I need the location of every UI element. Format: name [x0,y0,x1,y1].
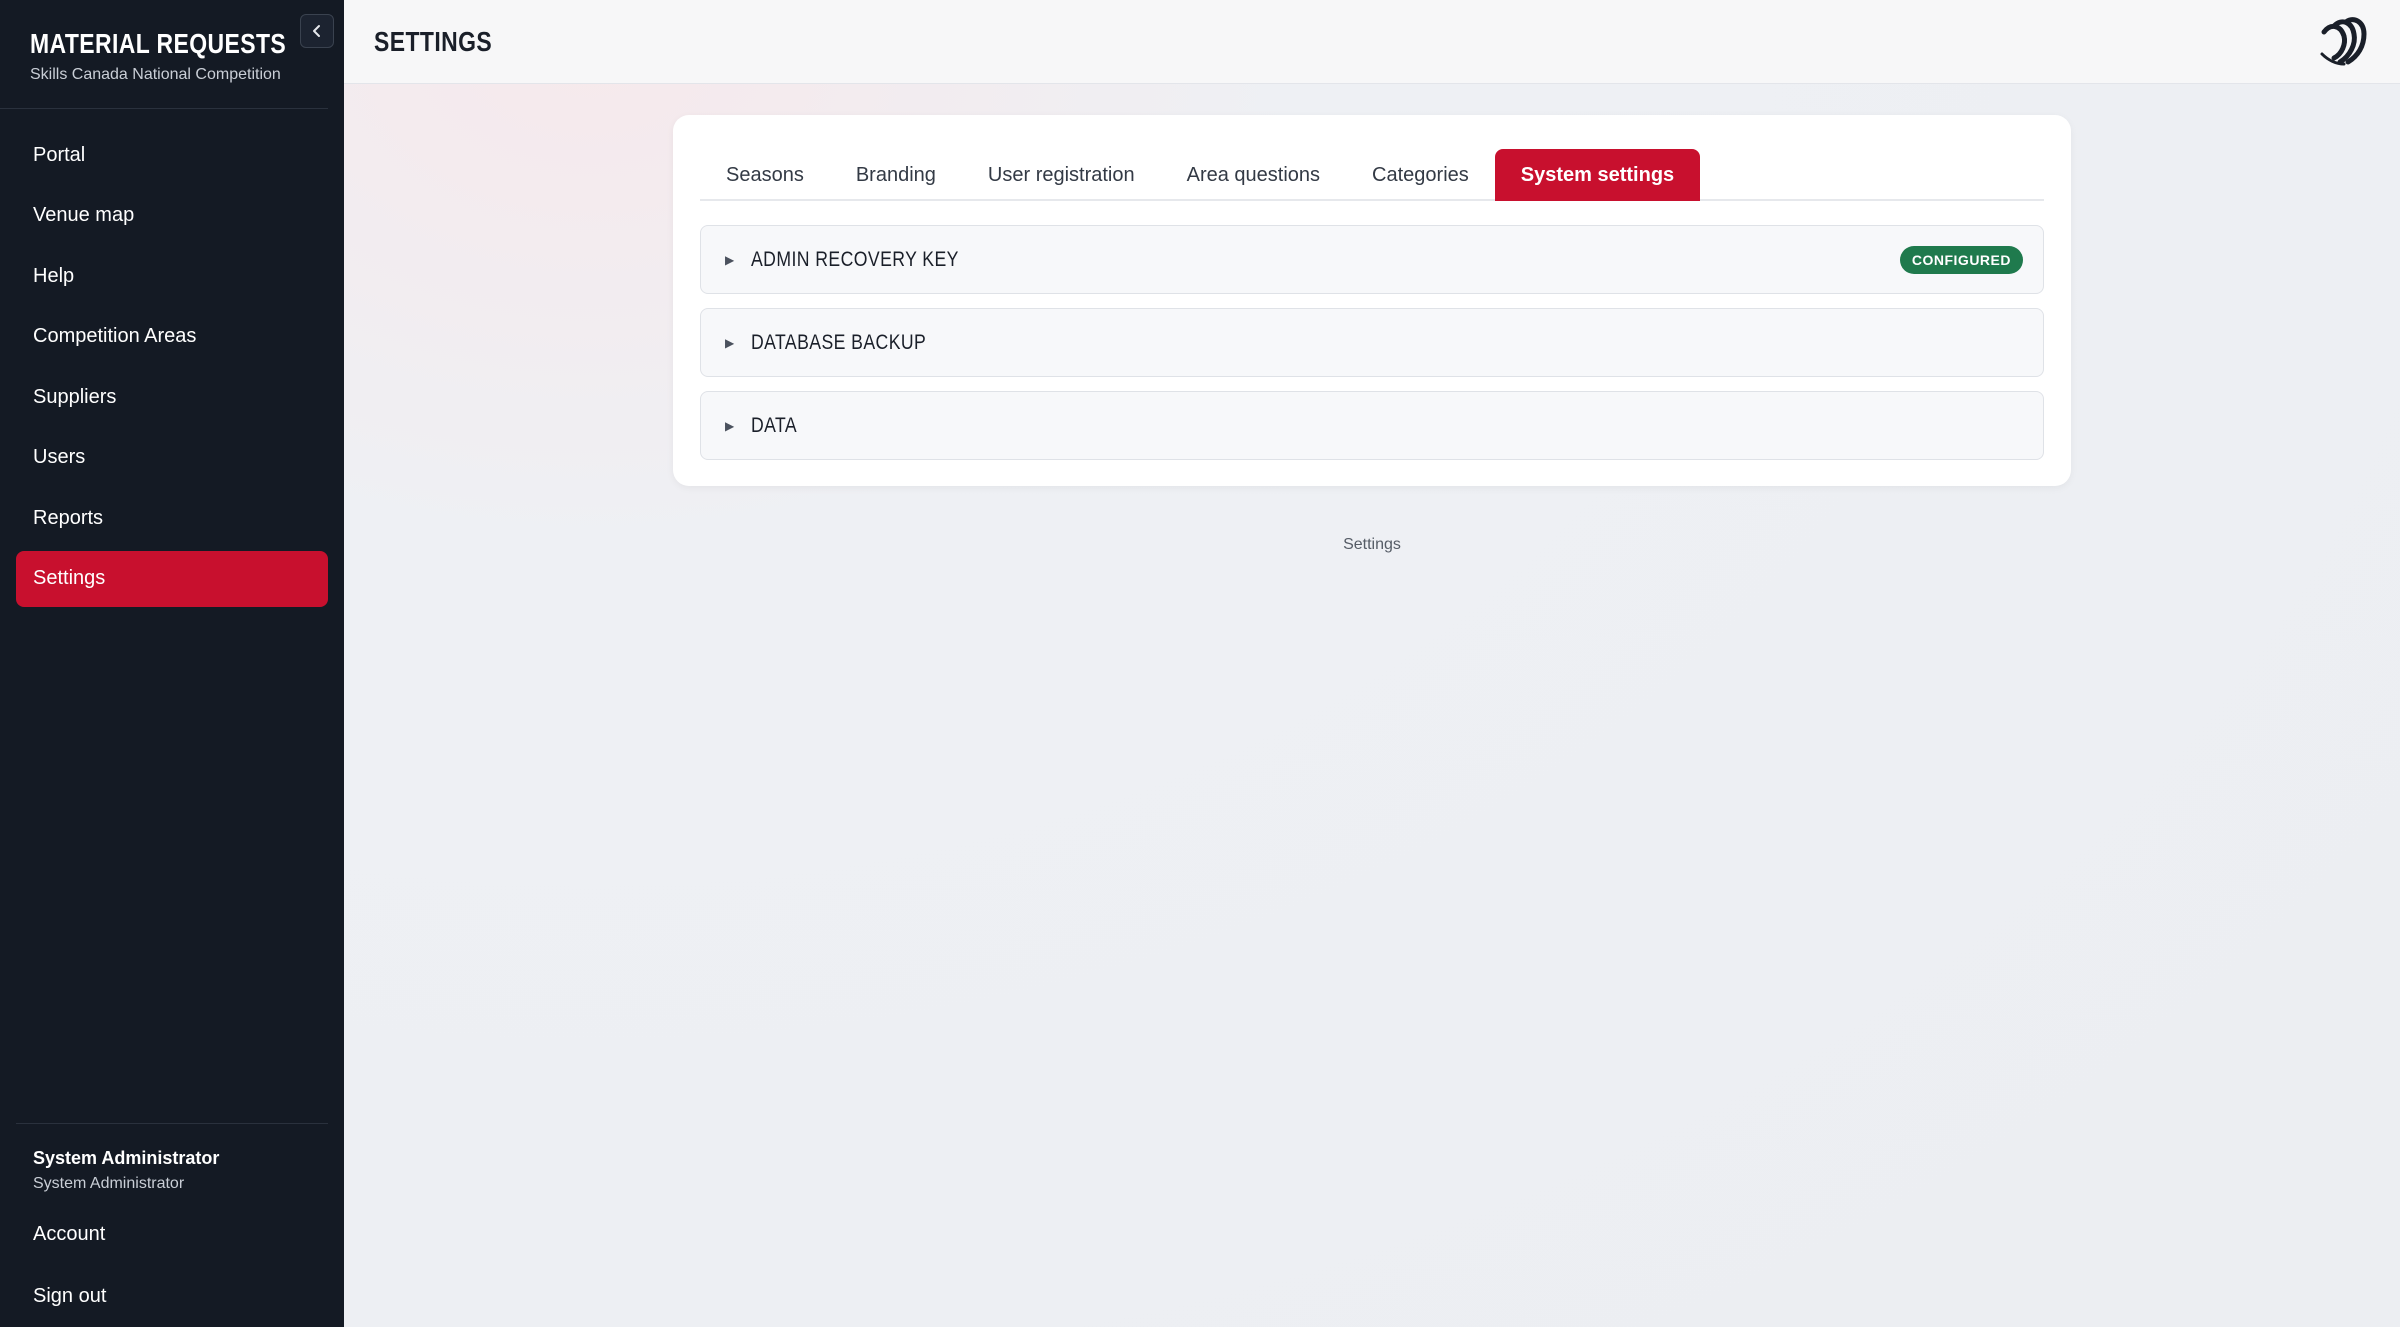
sign-out-link[interactable]: Sign out [16,1265,328,1327]
chevron-left-icon [313,25,320,37]
sidebar-item-reports[interactable]: Reports [16,490,328,546]
tab-user-registration[interactable]: User registration [962,149,1161,201]
triangle-right-icon: ▶ [725,418,735,433]
database-backup-panel[interactable]: ▶ DATABASE BACKUP [700,308,2044,377]
sidebar-item-venue-map[interactable]: Venue map [16,188,328,244]
user-role: System Administrator [33,1175,185,1192]
status-badge: CONFIGURED [1899,245,2023,274]
main-content: SETTINGS Seasons Branding User registrat… [344,0,2400,1327]
tab-categories[interactable]: Categories [1346,149,1495,201]
triangle-right-icon: ▶ [725,335,735,350]
sidebar: MATERIAL REQUESTS Skills Canada National… [0,0,344,1327]
account-link[interactable]: Account [16,1203,328,1265]
sidebar-item-users[interactable]: Users [16,430,328,486]
panel-title: DATABASE BACKUP [751,330,927,354]
collapse-sidebar-button[interactable] [300,14,334,48]
tab-seasons[interactable]: Seasons [700,149,830,201]
user-name: System Administrator [33,1148,220,1168]
brand-title: MATERIAL REQUESTS [30,28,287,59]
tab-area-questions[interactable]: Area questions [1161,149,1346,201]
app-shell: MATERIAL REQUESTS Skills Canada National… [0,0,2400,1327]
tab-system-settings[interactable]: System settings [1494,149,1701,201]
sidebar-item-portal[interactable]: Portal [16,127,328,183]
sidebar-item-suppliers[interactable]: Suppliers [16,369,328,425]
sidebar-item-help[interactable]: Help [16,248,328,304]
data-panel[interactable]: ▶ DATA [700,391,2044,460]
page-title: SETTINGS [374,25,493,57]
panel-title: DATA [751,413,798,437]
sidebar-item-competition-areas[interactable]: Competition Areas [16,309,328,365]
brand-subtitle: Skills Canada National Competition [30,66,281,83]
brand-logo-icon [2320,17,2367,66]
top-bar: SETTINGS [344,0,2400,84]
user-info: System Administrator System Administrato… [16,1123,328,1203]
admin-recovery-key-panel[interactable]: ▶ ADMIN RECOVERY KEY CONFIGURED [700,225,2044,294]
triangle-right-icon: ▶ [725,252,735,267]
footer-label: Settings [1343,536,1401,553]
sidebar-footer: System Administrator System Administrato… [0,1123,344,1327]
sidebar-item-settings[interactable]: Settings [16,550,328,607]
settings-tabs: Seasons Branding User registration Area … [700,133,2044,201]
panel-title: ADMIN RECOVERY KEY [751,247,959,271]
sidebar-nav: Portal Venue map Help Competition Areas … [0,109,344,611]
settings-card: Seasons Branding User registration Area … [673,115,2071,486]
brand: MATERIAL REQUESTS Skills Canada National… [0,0,328,109]
system-settings-panels: ▶ ADMIN RECOVERY KEY CONFIGURED ▶ DATABA… [700,225,2044,460]
tab-branding[interactable]: Branding [830,149,962,201]
